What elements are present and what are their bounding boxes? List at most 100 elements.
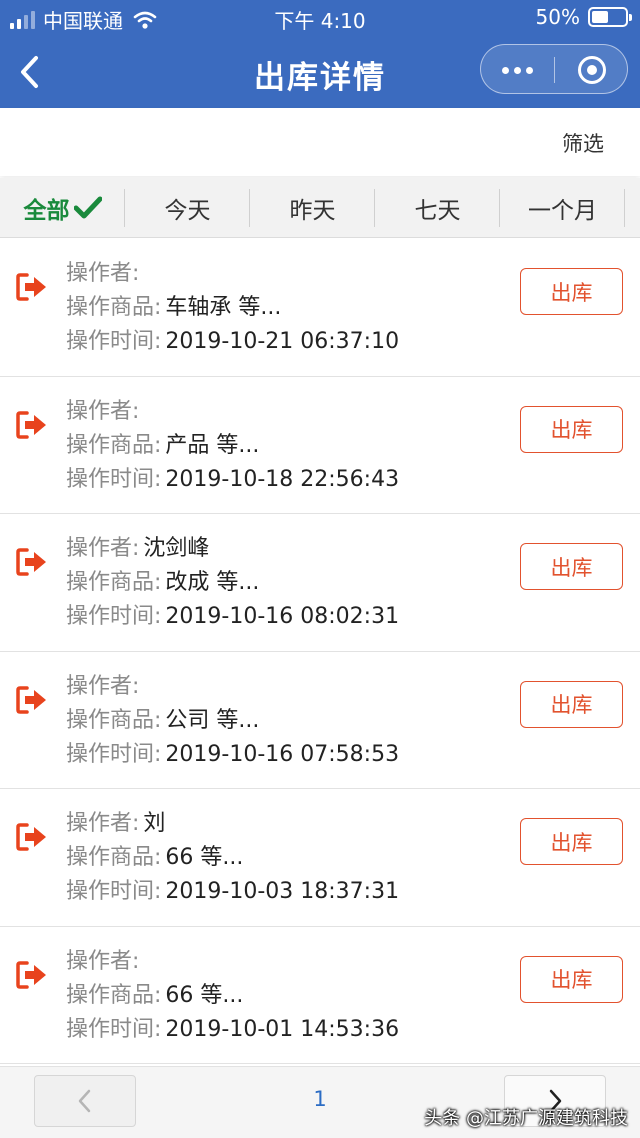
battery-fill	[592, 11, 608, 23]
header: 中国联通 下午 4:10 50% 出库详情	[0, 0, 640, 108]
more-button[interactable]	[481, 45, 554, 95]
operator-label: 操作者:	[66, 948, 140, 974]
record-details: 操作者: 操作商品: 产品 等... 操作时间: 2019-10-18 22:56:…	[66, 395, 399, 497]
time-line: 操作时间: 2019-10-01 14:53:36	[66, 1013, 399, 1047]
tab-all[interactable]: 全部	[0, 178, 125, 238]
close-button[interactable]	[555, 45, 628, 95]
status-right: 50%	[535, 5, 632, 29]
goods-label: 操作商品:	[66, 570, 162, 595]
goods-value: 产品 等...	[165, 432, 260, 458]
goods-line: 操作商品: 改成 等...	[66, 566, 399, 600]
time-label: 操作时间:	[66, 604, 162, 629]
chevron-left-icon	[78, 1089, 91, 1113]
goods-label: 操作商品:	[66, 845, 162, 870]
time-value: 2019-10-21 06:37:10	[165, 329, 400, 354]
time-label: 操作时间:	[66, 741, 162, 767]
operator-label: 操作者:	[66, 536, 140, 561]
outbound-button[interactable]: 出库	[520, 268, 623, 315]
record-list: 操作者: 操作商品: 车轴承 等... 操作时间: 2019-10-21 06:37…	[0, 239, 640, 1064]
list-item: 操作者: 刘 操作商品: 66 等... 操作时间: 2019-10-03 18:37…	[0, 789, 640, 927]
goods-value: 改成 等...	[165, 570, 260, 595]
outbound-button[interactable]: 出库	[520, 680, 623, 728]
tab-label: 今天	[164, 198, 211, 224]
operator-line: 操作者:	[66, 257, 399, 291]
operator-line: 操作者: 刘	[66, 807, 399, 841]
goods-label: 操作商品:	[66, 982, 162, 1008]
time-value: 2019-10-01 14:53:36	[165, 1016, 400, 1042]
time-label: 操作时间:	[66, 329, 162, 354]
tab-label: 一个月	[528, 198, 597, 224]
outbound-button[interactable]: 出库	[520, 818, 623, 865]
battery-percent: 50%	[535, 5, 580, 29]
goods-value: 公司 等...	[165, 707, 260, 733]
list-item: 操作者: 操作商品: 66 等... 操作时间: 2019-10-01 14:53:…	[0, 926, 640, 1064]
more-dots-icon	[502, 66, 509, 74]
time-line: 操作时间: 2019-10-03 18:37:31	[66, 875, 399, 909]
record-details: 操作者: 操作商品: 66 等... 操作时间: 2019-10-01 14:53:…	[66, 945, 399, 1047]
time-label: 操作时间:	[66, 466, 162, 492]
current-page-number[interactable]: 1	[300, 1087, 340, 1111]
goods-line: 操作商品: 车轴承 等...	[66, 291, 399, 325]
date-tabs: 全部 今天 昨天 七天 一个月	[0, 178, 640, 238]
tab-label: 七天	[414, 198, 461, 224]
goods-line: 操作商品: 产品 等...	[66, 429, 399, 463]
record-details: 操作者: 操作商品: 车轴承 等... 操作时间: 2019-10-21 06:37…	[66, 257, 399, 359]
operator-line: 操作者:	[66, 670, 399, 704]
operator-line: 操作者:	[66, 945, 399, 979]
operator-label: 操作者:	[66, 673, 140, 699]
outbound-button[interactable]: 出库	[520, 955, 623, 1003]
status-bar: 中国联通 下午 4:10 50%	[0, 0, 640, 34]
operator-label: 操作者:	[66, 398, 140, 424]
nav-bar: 出库详情	[0, 34, 640, 108]
operator-value: 刘	[143, 811, 166, 836]
time-label: 操作时间:	[66, 1016, 162, 1042]
tab-one-month[interactable]: 一个月	[500, 178, 625, 238]
exit-arrow-icon	[16, 823, 46, 851]
list-item: 操作者: 操作商品: 车轴承 等... 操作时间: 2019-10-21 06:37…	[0, 239, 640, 377]
goods-label: 操作商品:	[66, 295, 162, 320]
time-line: 操作时间: 2019-10-16 08:02:31	[66, 600, 399, 634]
list-item: 操作者: 沈剑峰 操作商品: 改成 等... 操作时间: 2019-10-16 08:…	[0, 514, 640, 652]
operator-line: 操作者:	[66, 395, 399, 429]
exit-arrow-icon	[16, 273, 46, 301]
tab-today[interactable]: 今天	[125, 178, 250, 238]
tab-label: 昨天	[289, 198, 336, 224]
time-value: 2019-10-18 22:56:43	[165, 466, 400, 492]
watermark: 头条 @江苏广源建筑科技	[424, 1108, 628, 1129]
record-details: 操作者: 刘 操作商品: 66 等... 操作时间: 2019-10-03 18:37…	[66, 807, 399, 909]
goods-line: 操作商品: 66 等...	[66, 979, 399, 1013]
goods-label: 操作商品:	[66, 432, 162, 458]
list-item: 操作者: 操作商品: 公司 等... 操作时间: 2019-10-16 07:58:…	[0, 651, 640, 789]
operator-line: 操作者: 沈剑峰	[66, 532, 399, 566]
outbound-button[interactable]: 出库	[520, 543, 623, 590]
exit-arrow-icon	[16, 548, 46, 576]
goods-value: 66 等...	[165, 982, 244, 1008]
tab-label: 全部	[23, 198, 70, 224]
time-value: 2019-10-16 07:58:53	[165, 741, 400, 767]
time-line: 操作时间: 2019-10-21 06:37:10	[66, 325, 399, 359]
mini-program-capsule	[480, 44, 628, 94]
goods-line: 操作商品: 66 等...	[66, 841, 399, 875]
operator-label: 操作者:	[66, 261, 140, 286]
operator-label: 操作者:	[66, 811, 140, 836]
time-value: 2019-10-16 08:02:31	[165, 604, 400, 629]
outbound-button[interactable]: 出库	[520, 405, 623, 453]
exit-arrow-icon	[16, 685, 46, 714]
tab-seven-days[interactable]: 七天	[375, 178, 500, 238]
more-dot	[526, 66, 533, 74]
prev-page-button[interactable]	[34, 1075, 136, 1127]
filter-button[interactable]: 筛选	[562, 128, 604, 158]
exit-arrow-icon	[16, 960, 46, 989]
goods-value: 66 等...	[165, 845, 244, 870]
record-details: 操作者: 操作商品: 公司 等... 操作时间: 2019-10-16 07:58:…	[66, 670, 399, 772]
exit-arrow-icon	[16, 410, 46, 439]
more-dot	[514, 66, 521, 74]
tab-yesterday[interactable]: 昨天	[250, 178, 375, 238]
time-line: 操作时间: 2019-10-16 07:58:53	[66, 738, 399, 772]
goods-value: 车轴承 等...	[165, 295, 282, 320]
goods-label: 操作商品:	[66, 707, 162, 733]
filter-bar: 筛选	[0, 108, 640, 176]
list-item: 操作者: 操作商品: 产品 等... 操作时间: 2019-10-18 22:56:…	[0, 376, 640, 514]
goods-line: 操作商品: 公司 等...	[66, 704, 399, 738]
time-value: 2019-10-03 18:37:31	[165, 879, 400, 904]
